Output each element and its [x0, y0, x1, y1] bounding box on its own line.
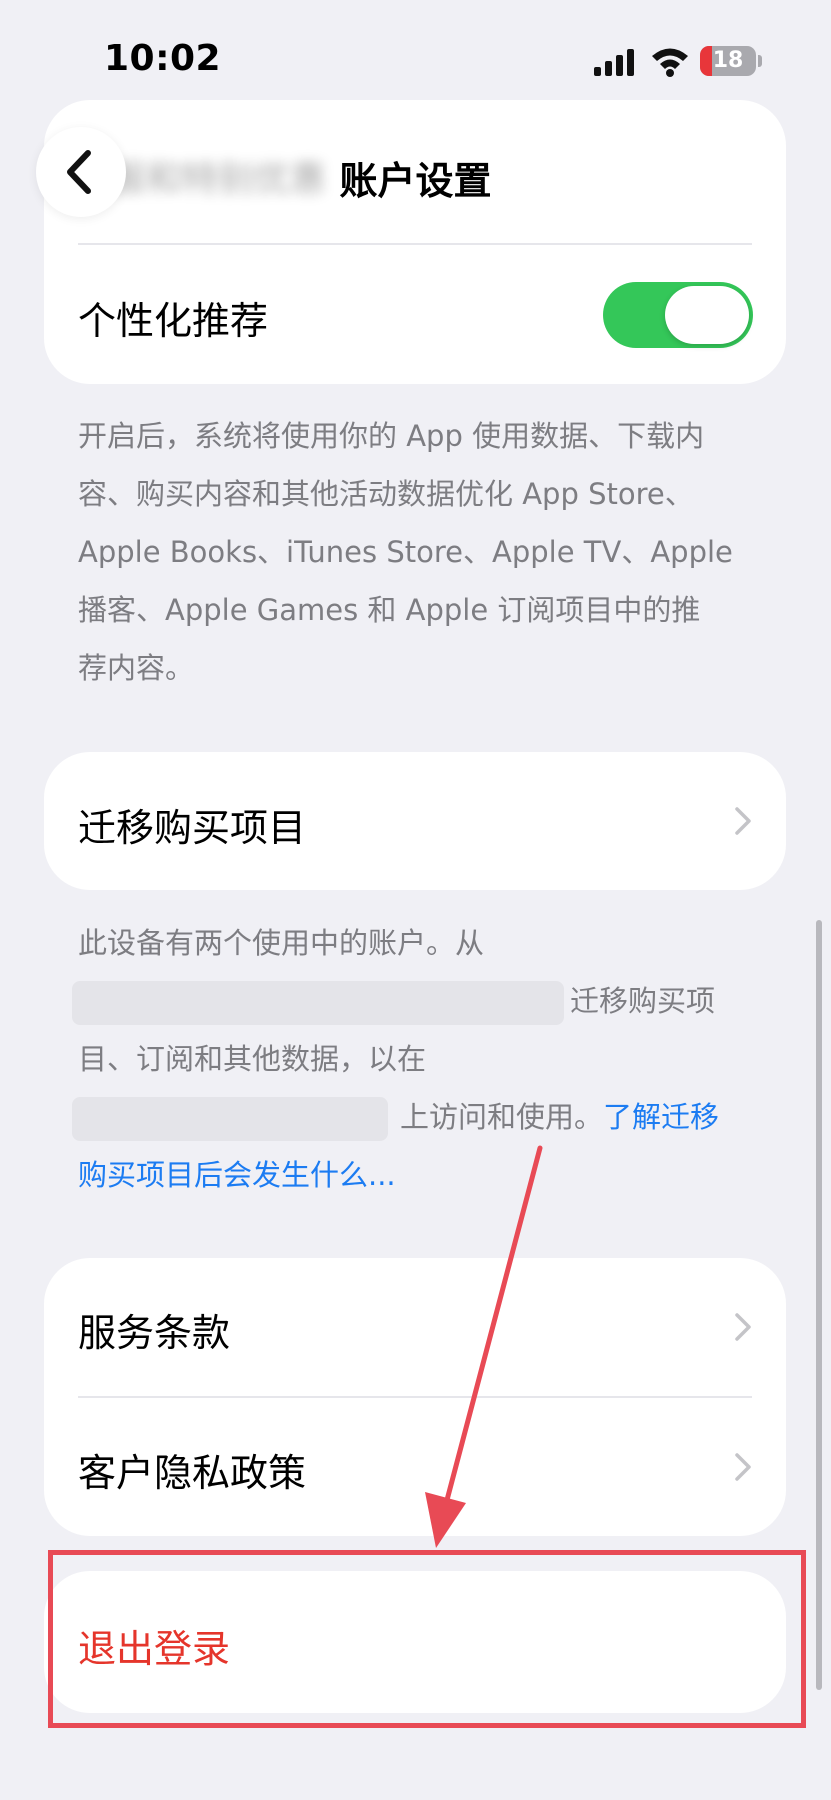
scroll-indicator[interactable] — [816, 920, 822, 1690]
annotation-arrow — [425, 1145, 543, 1548]
